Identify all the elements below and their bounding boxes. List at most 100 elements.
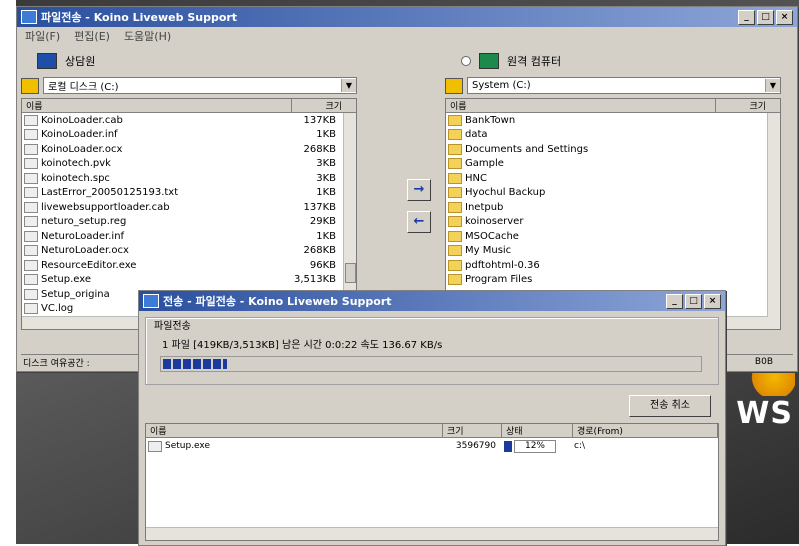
- file-name: LastError_20050125193.txt: [41, 187, 179, 199]
- list-item[interactable]: My Music: [446, 244, 780, 259]
- list-item[interactable]: KoinoLoader.ocx 268KB: [22, 142, 356, 157]
- maximize-button[interactable]: □: [685, 293, 702, 309]
- transfer-group: 파일전송 1 파일 [419KB/3,513KB] 남은 시간 0:0:22 속…: [145, 317, 719, 385]
- file-name: KoinoLoader.ocx: [41, 143, 123, 155]
- app-icon: [21, 10, 37, 24]
- folder-icon: [448, 114, 462, 126]
- list-item[interactable]: KoinoLoader.cab 137KB: [22, 113, 356, 128]
- cancel-transfer-button[interactable]: 전송 취소: [629, 395, 711, 417]
- menu-file[interactable]: 파일(F): [25, 28, 60, 44]
- transfer-status: 12%: [514, 439, 556, 453]
- local-drive-value: 로컬 디스크 (C:): [48, 82, 119, 93]
- list-item[interactable]: koinotech.pvk 3KB: [22, 157, 356, 172]
- list-item[interactable]: data: [446, 128, 780, 143]
- table-row[interactable]: Setup.exe 3596790 12% c:\: [146, 438, 718, 454]
- remote-drive-value: System (C:): [472, 80, 531, 91]
- transfer-horizontal-scrollbar[interactable]: [146, 527, 718, 540]
- remote-vertical-scrollbar[interactable]: [767, 113, 780, 329]
- radio-icon: [461, 56, 471, 66]
- file-name: NeturoLoader.inf: [41, 230, 125, 242]
- col-source-header[interactable]: 경로(From): [573, 424, 718, 437]
- list-item[interactable]: NeturoLoader.inf 1KB: [22, 229, 356, 244]
- col-status-header[interactable]: 상태: [502, 424, 573, 437]
- dialog-title: 전송 - 파일전송 - Koino Liveweb Support: [163, 295, 392, 308]
- list-item[interactable]: Inetpub: [446, 200, 780, 215]
- file-icon: [24, 288, 38, 300]
- list-item[interactable]: HNC: [446, 171, 780, 186]
- list-item[interactable]: Setup.exe 3,513KB: [22, 273, 356, 288]
- file-icon: [24, 129, 38, 141]
- minimize-button[interactable]: _: [666, 293, 683, 309]
- menu-edit[interactable]: 편집(E): [74, 28, 110, 44]
- list-item[interactable]: Hyochul Backup: [446, 186, 780, 201]
- dialog-title-bar[interactable]: 전송 - 파일전송 - Koino Liveweb Support _ □ ×: [139, 291, 725, 311]
- list-item[interactable]: livewebsupportloader.cab 137KB: [22, 200, 356, 215]
- folder-icon: [448, 216, 462, 228]
- list-item[interactable]: pdftohtml-0.36: [446, 258, 780, 273]
- folder-name: pdftohtml-0.36: [465, 259, 540, 271]
- list-item[interactable]: ResourceEditor.exe 96KB: [22, 258, 356, 273]
- file-icon: [24, 259, 38, 271]
- col-name-header[interactable]: 이름: [446, 99, 716, 112]
- windows-logo-text: WS: [736, 396, 793, 431]
- folder-name: Gample: [465, 158, 504, 170]
- folder-icon: [448, 187, 462, 199]
- transfer-queue-list[interactable]: 이름 크기 상태 경로(From) Setup.exe 3596790 12% …: [145, 423, 719, 541]
- transfer-file-name: Setup.exe: [165, 441, 211, 451]
- list-item[interactable]: neturo_setup.reg 29KB: [22, 215, 356, 230]
- chevron-down-icon[interactable]: ▼: [765, 79, 780, 92]
- col-size-header[interactable]: 크기: [716, 99, 780, 112]
- list-item[interactable]: NeturoLoader.ocx 268KB: [22, 244, 356, 259]
- col-size-header[interactable]: 크기: [292, 99, 356, 112]
- send-to-local-button[interactable]: ←: [407, 211, 431, 233]
- list-item[interactable]: MSOCache: [446, 229, 780, 244]
- minimize-button[interactable]: _: [738, 9, 755, 25]
- file-name: livewebsupportloader.cab: [41, 201, 170, 213]
- scroll-thumb[interactable]: [345, 263, 356, 283]
- folder-name: Hyochul Backup: [465, 187, 546, 199]
- folder-up-icon[interactable]: [21, 77, 39, 94]
- col-name-header[interactable]: 이름: [22, 99, 292, 112]
- list-item[interactable]: BankTown: [446, 113, 780, 128]
- folder-name: koinoserver: [465, 216, 524, 228]
- title-bar[interactable]: 파일전송 - Koino Liveweb Support _ □ ×: [17, 7, 797, 27]
- remote-drive-select[interactable]: System (C:) ▼: [467, 77, 781, 94]
- folder-name: data: [465, 129, 488, 141]
- local-list-header: 이름 크기: [22, 99, 356, 113]
- local-drive-select[interactable]: 로컬 디스크 (C:) ▼: [43, 77, 357, 94]
- remote-pane: 원격 컴퓨터 System (C:) ▼ 이름 크기 BankTown data D…: [445, 49, 781, 330]
- file-name: ResourceEditor.exe: [41, 259, 137, 271]
- transfer-source: c:\: [574, 441, 586, 451]
- status-bar-fill: [504, 440, 512, 452]
- list-item[interactable]: koinoserver: [446, 215, 780, 230]
- close-button[interactable]: ×: [776, 9, 793, 25]
- folder-up-icon[interactable]: [445, 77, 463, 94]
- close-button[interactable]: ×: [704, 293, 721, 309]
- col-size-header[interactable]: 크기: [443, 424, 502, 437]
- list-item[interactable]: LastError_20050125193.txt 1KB: [22, 186, 356, 201]
- menu-bar: 파일(F) 편집(E) 도움말(H): [17, 27, 797, 45]
- send-to-remote-button[interactable]: →: [407, 179, 431, 201]
- transfer-list-header: 이름 크기 상태 경로(From): [146, 424, 718, 438]
- list-item[interactable]: Gample: [446, 157, 780, 172]
- col-name-header[interactable]: 이름: [146, 424, 443, 437]
- disk-free-label: 디스크 여유공간 :: [23, 358, 90, 369]
- file-name: NeturoLoader.ocx: [41, 245, 129, 257]
- transfer-progress-dialog: 전송 - 파일전송 - Koino Liveweb Support _ □ × …: [138, 290, 726, 546]
- maximize-button[interactable]: □: [757, 9, 774, 25]
- file-name: KoinoLoader.inf: [41, 129, 118, 141]
- file-name: koinotech.spc: [41, 172, 110, 184]
- folder-icon: [448, 143, 462, 155]
- list-item[interactable]: Program Files: [446, 273, 780, 288]
- menu-help[interactable]: 도움말(H): [124, 28, 171, 44]
- list-item[interactable]: koinotech.spc 3KB: [22, 171, 356, 186]
- list-item[interactable]: KoinoLoader.inf 1KB: [22, 128, 356, 143]
- progress-bar-fill: [163, 359, 228, 369]
- list-item[interactable]: Documents and Settings: [446, 142, 780, 157]
- folder-name: My Music: [465, 245, 512, 257]
- file-icon: [24, 143, 38, 155]
- file-name: koinotech.pvk: [41, 158, 111, 170]
- app-icon: [143, 294, 159, 308]
- remote-pane-header: 원격 컴퓨터: [445, 49, 781, 73]
- chevron-down-icon[interactable]: ▼: [341, 79, 356, 92]
